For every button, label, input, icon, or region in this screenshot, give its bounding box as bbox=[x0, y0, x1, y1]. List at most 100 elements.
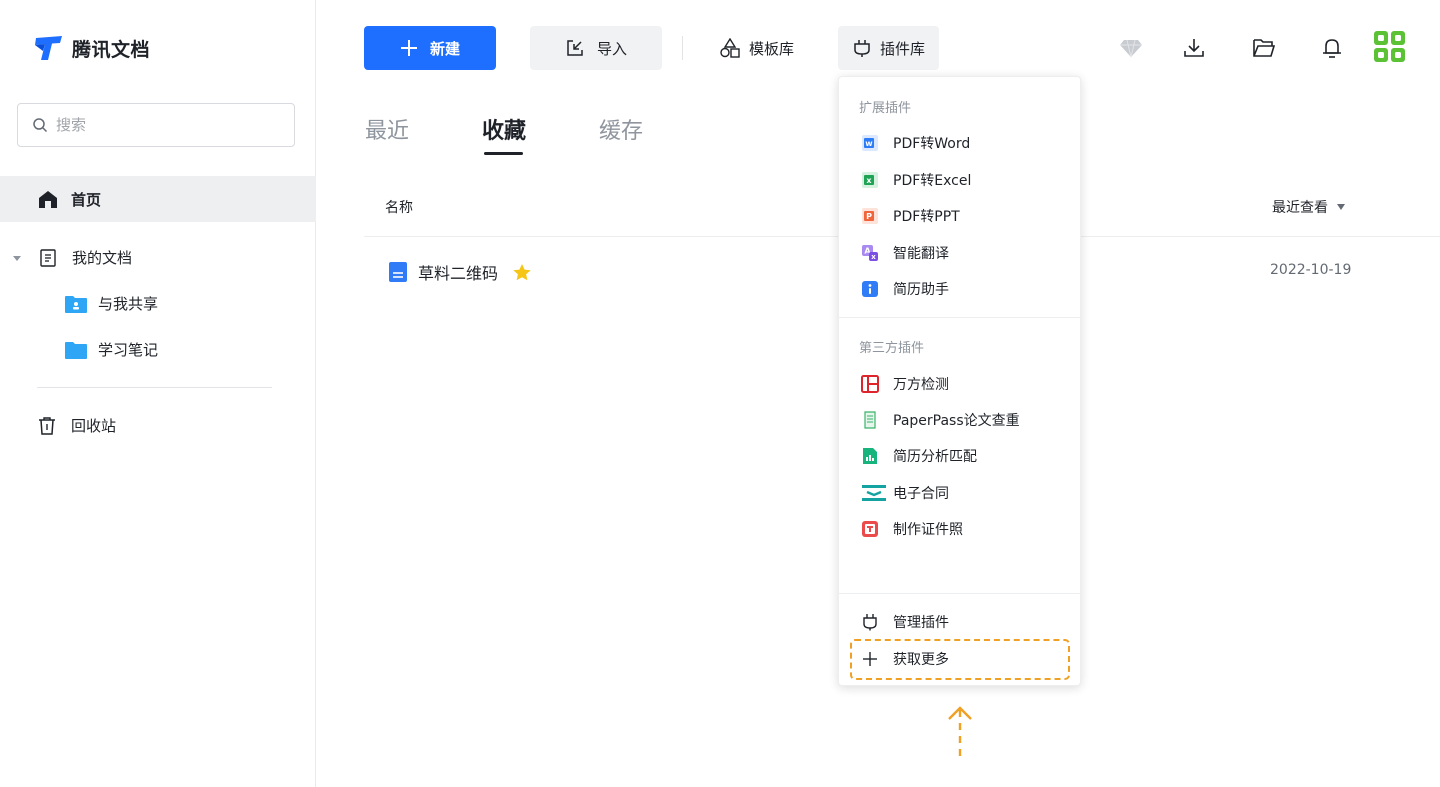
download-icon[interactable] bbox=[1180, 34, 1208, 62]
svg-text:w: w bbox=[865, 139, 873, 148]
sidebar: 腾讯文档 首页 我的文档 与我共享 bbox=[0, 0, 316, 787]
plugin-resume-match[interactable]: 简历分析匹配 bbox=[861, 443, 1061, 469]
sidebar-item-label: 与我共享 bbox=[98, 295, 159, 313]
manage-plugins-item[interactable]: 管理插件 bbox=[861, 609, 1061, 635]
tencent-docs-logo-icon bbox=[35, 36, 62, 60]
doc-file-icon bbox=[389, 262, 407, 282]
excel-icon: x bbox=[862, 172, 878, 188]
caret-down-icon bbox=[1337, 204, 1345, 210]
plugin-resume-assistant[interactable]: 简历助手 bbox=[861, 276, 1061, 302]
svg-text:x: x bbox=[866, 176, 872, 185]
svg-text:P: P bbox=[866, 212, 872, 221]
plugin-label: PaperPass论文查重 bbox=[893, 413, 1020, 429]
import-button[interactable]: 导入 bbox=[530, 26, 662, 70]
row-title: 草料二维码 bbox=[388, 260, 532, 284]
toolbar-separator bbox=[682, 36, 683, 60]
plugin-label: 智能翻译 bbox=[893, 246, 949, 262]
plugin-label: 获取更多 bbox=[893, 652, 949, 668]
get-more-plugins-item[interactable]: 获取更多 bbox=[861, 646, 1061, 672]
sidebar-item-study-notes[interactable]: 学习笔记 bbox=[64, 339, 158, 360]
new-button[interactable]: 新建 bbox=[364, 26, 496, 70]
import-button-label: 导入 bbox=[596, 39, 627, 58]
plug-icon bbox=[863, 614, 877, 631]
app-logo[interactable]: 腾讯文档 bbox=[34, 34, 150, 62]
home-icon bbox=[39, 191, 57, 208]
shared-folder-icon bbox=[65, 295, 87, 313]
e-contract-icon bbox=[862, 485, 886, 501]
plugin-label: 管理插件 bbox=[893, 615, 949, 631]
plugin-label: 万方检测 bbox=[893, 377, 949, 393]
svg-text:x: x bbox=[871, 253, 876, 261]
plugin-menu: 扩展插件 w PDF转Word x PDF转Excel P PDF转PPT A … bbox=[838, 76, 1081, 686]
sort-dropdown[interactable]: 最近查看 bbox=[1272, 197, 1346, 217]
plugin-label: 简历助手 bbox=[893, 282, 949, 298]
document-icon bbox=[40, 248, 56, 267]
menu-separator bbox=[839, 593, 1080, 594]
shapes-icon bbox=[720, 38, 740, 58]
sidebar-item-label: 学习笔记 bbox=[98, 341, 159, 359]
folder-icon bbox=[65, 341, 87, 359]
resume-assistant-icon bbox=[862, 281, 878, 297]
plugin-label: PDF转Word bbox=[893, 136, 971, 152]
plugin-label: 电子合同 bbox=[893, 486, 949, 502]
premium-diamond-icon[interactable] bbox=[1117, 34, 1145, 62]
plugin-label: PDF转Excel bbox=[893, 173, 972, 189]
trash-icon bbox=[39, 416, 55, 435]
plugin-pdf-to-word[interactable]: w PDF转Word bbox=[861, 130, 1061, 156]
section-title-third-party: 第三方插件 bbox=[859, 341, 925, 356]
plug-icon bbox=[854, 40, 870, 57]
plugins-button-label: 插件库 bbox=[880, 39, 926, 58]
sidebar-item-shared[interactable]: 与我共享 bbox=[64, 293, 158, 314]
file-name: 草料二维码 bbox=[418, 264, 499, 283]
menu-separator bbox=[839, 317, 1080, 318]
plugins-button[interactable]: 插件库 bbox=[838, 26, 940, 70]
plugin-label: 简历分析匹配 bbox=[893, 449, 977, 465]
plus-icon bbox=[400, 40, 417, 56]
wanfang-icon bbox=[861, 375, 879, 393]
apps-grid-icon[interactable] bbox=[1373, 30, 1407, 64]
active-tab-indicator bbox=[484, 152, 523, 155]
annotation-arrow-icon bbox=[948, 706, 972, 762]
plus-icon bbox=[863, 652, 877, 666]
section-title-extensions: 扩展插件 bbox=[859, 101, 912, 116]
app-name: 腾讯文档 bbox=[72, 38, 151, 61]
sidebar-item-label: 首页 bbox=[71, 190, 102, 209]
plugin-paperpass[interactable]: PaperPass论文查重 bbox=[861, 407, 1061, 433]
open-folder-icon[interactable] bbox=[1250, 34, 1278, 62]
sidebar-divider bbox=[37, 387, 272, 388]
sidebar-item-my-docs[interactable]: 我的文档 bbox=[12, 247, 132, 268]
sidebar-item-label: 回收站 bbox=[71, 417, 117, 435]
tab-favorites[interactable]: 收藏 bbox=[482, 113, 526, 145]
search-input[interactable] bbox=[56, 116, 276, 134]
plugin-id-photo[interactable]: 制作证件照 bbox=[861, 516, 1061, 542]
plugin-e-contract[interactable]: 电子合同 bbox=[861, 480, 1061, 506]
translate-icon: A x bbox=[862, 245, 878, 261]
id-photo-icon bbox=[862, 521, 878, 537]
resume-match-icon bbox=[863, 448, 877, 464]
paperpass-icon bbox=[864, 411, 876, 429]
sidebar-item-label: 我的文档 bbox=[72, 249, 133, 267]
tab-cache[interactable]: 缓存 bbox=[599, 113, 643, 145]
plugin-smart-translate[interactable]: A x 智能翻译 bbox=[861, 240, 1061, 266]
templates-button[interactable]: 模板库 bbox=[705, 26, 808, 70]
sidebar-item-trash[interactable]: 回收站 bbox=[37, 415, 116, 436]
plugin-pdf-to-excel[interactable]: x PDF转Excel bbox=[861, 167, 1061, 193]
search-icon bbox=[33, 118, 48, 133]
templates-button-label: 模板库 bbox=[749, 39, 795, 58]
column-header-name: 名称 bbox=[385, 200, 413, 216]
word-icon: w bbox=[862, 135, 878, 151]
search-box[interactable] bbox=[17, 103, 295, 147]
plugin-pdf-to-ppt[interactable]: P PDF转PPT bbox=[861, 203, 1061, 229]
ppt-icon: P bbox=[862, 208, 878, 224]
sort-label: 最近查看 bbox=[1272, 200, 1328, 216]
import-icon bbox=[567, 40, 583, 56]
sidebar-item-home[interactable]: 首页 bbox=[0, 176, 316, 222]
last-viewed-date: 2022-10-19 bbox=[1270, 262, 1352, 278]
caret-down-icon[interactable] bbox=[12, 253, 22, 263]
bell-icon[interactable] bbox=[1318, 34, 1346, 62]
star-icon[interactable] bbox=[512, 263, 532, 282]
plugin-wanfang[interactable]: 万方检测 bbox=[861, 371, 1061, 397]
tab-recent[interactable]: 最近 bbox=[365, 113, 409, 145]
plugin-label: PDF转PPT bbox=[893, 209, 960, 225]
plugin-label: 制作证件照 bbox=[893, 522, 963, 538]
